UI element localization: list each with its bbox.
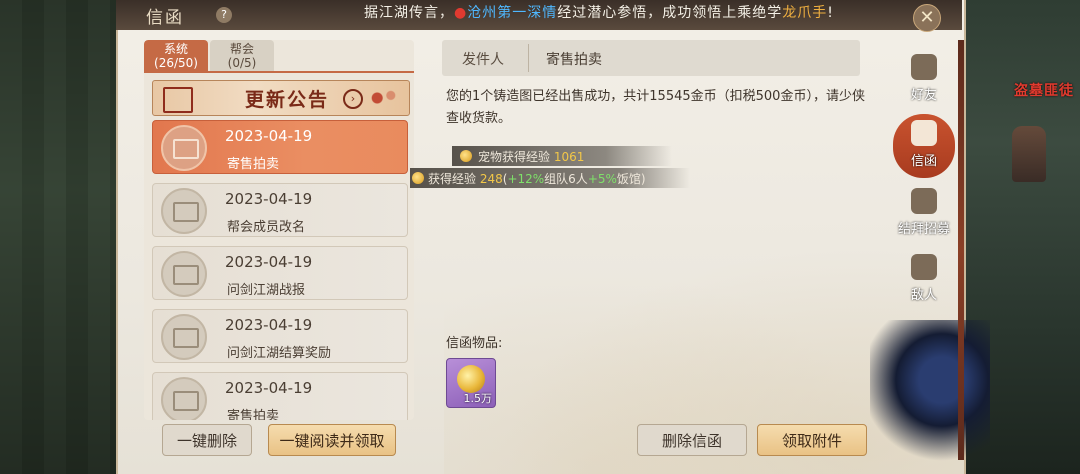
claim-attachment-button[interactable]: 领取附件 (757, 424, 867, 456)
sidenav-item-mail[interactable]: 信函 (893, 114, 955, 178)
envelope-icon (161, 188, 207, 234)
envelope-icon (161, 377, 207, 420)
item-quantity: 1.5万 (463, 392, 493, 405)
mail-subject: 问剑江湖结算奖励 (227, 346, 332, 361)
sworn-recruit-icon (911, 188, 937, 214)
mail-list-panel: 系统 (26/50) 帮会 (0/5) 更新公告 › 2023-04-19 寄售… (144, 40, 414, 420)
gain-exp-label: 获得经验 (428, 172, 477, 186)
mail-subject: 寄售拍卖 (227, 409, 280, 420)
npc-figure (1012, 126, 1046, 182)
sidenav-item-friends[interactable]: 好友 (893, 48, 955, 112)
exp-coin-icon (412, 172, 424, 184)
gain-exp-text: 获得经验 248(+12%组队6人+5%饭馆) (428, 170, 646, 187)
sender-value: 寄售拍卖 (546, 52, 602, 68)
pet-exp-value: 1061 (553, 150, 585, 164)
gain-exp-value: 248 (479, 172, 503, 186)
sidenav-label: 结拜招募 (897, 222, 950, 237)
mail-subject: 寄售拍卖 (227, 157, 280, 172)
mail-list-item[interactable]: 2023-04-19 帮会成员改名 (152, 183, 408, 237)
tab-system[interactable]: 系统 (26/50) (144, 40, 208, 72)
npc-name-label: 盗墓匪徒 (1014, 83, 1074, 99)
gain-exp-toast: 获得经验 248(+12%组队6人+5%饭馆) (410, 168, 690, 188)
tab-system-label: 系统 (163, 42, 188, 56)
announcement-marquee: 据江湖传言，●沧州第一深情经过潜心参悟，成功领悟上乘绝学龙爪手! (364, 2, 834, 22)
restaurant-bonus-label: 饭馆 (616, 172, 641, 186)
tab-underline (144, 71, 414, 73)
close-icon[interactable]: ✕ (913, 4, 941, 32)
sidenav-item-enemy[interactable]: 敌人 (893, 248, 955, 312)
mail-subject: 问剑江湖战报 (227, 283, 306, 298)
marquee-mid: 经过潜心参悟，成功领悟上乘绝学 (557, 5, 783, 21)
tab-guild-label: 帮会 (229, 42, 254, 56)
update-notice-label: 更新公告 (245, 89, 330, 111)
envelope-icon (161, 314, 207, 360)
mail-body: 您的1个铸造图已经出售成功，共计15545金币（扣税500金币），请少侠查收货款… (446, 89, 865, 126)
marquee-dot: ● (454, 5, 468, 21)
mail-subject: 帮会成员改名 (227, 220, 306, 235)
mail-list-item[interactable]: 2023-04-19 问剑江湖战报 (152, 246, 408, 300)
mail-date: 2023-04-19 (225, 127, 313, 145)
attachment-item[interactable]: 1.5万 (446, 358, 496, 408)
paren-close: ) (640, 172, 646, 186)
update-notice-banner[interactable]: 更新公告 › (152, 80, 410, 116)
mail-tabs: 系统 (26/50) 帮会 (0/5) (144, 40, 414, 73)
sidenav-item-sworn-recruit[interactable]: 结拜招募 (893, 182, 955, 246)
scroll-icon (163, 87, 193, 113)
delete-mail-button[interactable]: 删除信函 (637, 424, 747, 456)
enemy-icon (911, 254, 937, 280)
help-icon[interactable]: ? (216, 7, 232, 23)
tab-guild[interactable]: 帮会 (0/5) (210, 40, 274, 72)
tab-guild-count: (0/5) (227, 56, 257, 70)
mail-detail: 发件人 寄售拍卖 您的1个铸造图已经出售成功，共计15545金币（扣税500金币… (410, 40, 890, 420)
arrow-right-icon: › (343, 89, 363, 109)
mail-date: 2023-04-19 (225, 253, 313, 271)
panel-side-border (958, 40, 964, 460)
marquee-skill: 龙爪手 (782, 5, 828, 21)
sidenav-label: 敌人 (910, 288, 937, 303)
page-title: 信函 (146, 8, 184, 28)
pet-exp-text: 宠物获得经验 1061 (478, 148, 584, 165)
flower-icon (367, 85, 401, 111)
read-all-claim-button[interactable]: 一键阅读并领取 (268, 424, 396, 456)
pet-exp-toast: 宠物获得经验 1061 (452, 146, 672, 166)
team-bonus-label: 组队6人 (544, 172, 588, 186)
restaurant-bonus: +5% (587, 172, 617, 186)
mail-icon (911, 120, 937, 146)
attachments-label: 信函物品: (446, 336, 503, 351)
tab-system-count: (26/50) (154, 56, 198, 70)
mail-date: 2023-04-19 (225, 379, 313, 397)
mail-list-item[interactable]: 2023-04-19 问剑江湖结算奖励 (152, 309, 408, 363)
marquee-end: ! (827, 5, 834, 21)
marquee-player: 沧州第一深情 (467, 5, 558, 21)
envelope-icon (161, 251, 207, 297)
mail-date: 2023-04-19 (225, 316, 313, 334)
exp-coin-icon (460, 150, 472, 162)
mail-list-item[interactable]: 2023-04-19 寄售拍卖 (152, 372, 408, 420)
sidenav-label: 好友 (910, 88, 937, 103)
mail-date: 2023-04-19 (225, 190, 313, 208)
team-bonus: +12% (507, 172, 545, 186)
sidenav-label: 信函 (910, 154, 937, 169)
envelope-icon (161, 125, 207, 171)
divider (528, 44, 529, 72)
pet-exp-label: 宠物获得经验 (478, 150, 551, 164)
sender-label: 发件人 (462, 52, 504, 68)
mail-list-item[interactable]: 2023-04-19 寄售拍卖 (152, 120, 408, 174)
delete-all-button[interactable]: 一键删除 (162, 424, 252, 456)
sender-header: 发件人 寄售拍卖 (442, 40, 860, 76)
marquee-prefix: 据江湖传言， (364, 5, 454, 21)
gold-coin-icon (457, 365, 485, 393)
friends-icon (911, 54, 937, 80)
